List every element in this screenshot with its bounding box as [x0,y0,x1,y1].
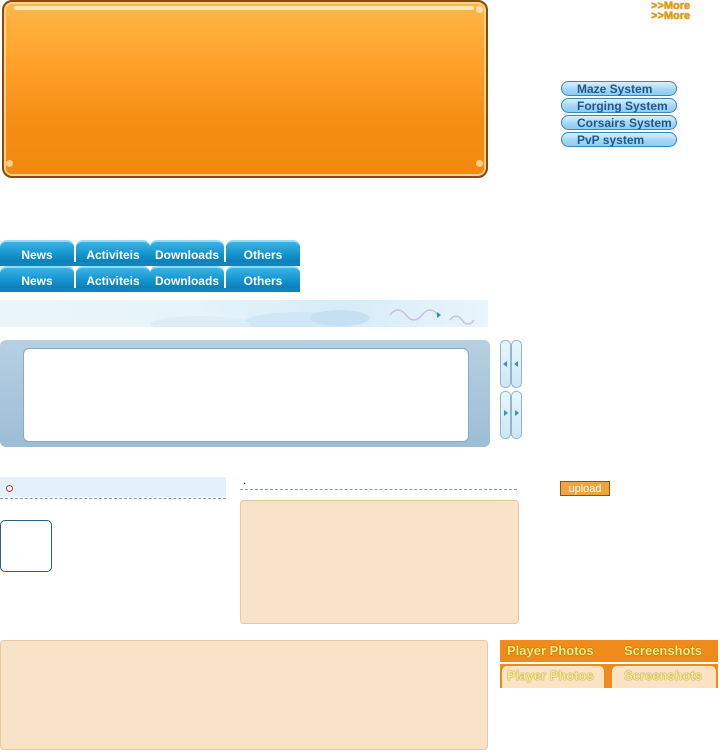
arrow-right-icon [504,410,508,416]
arrow-left-icon [514,361,518,367]
corsairs-system-button[interactable]: Corsairs System [561,115,677,130]
more-link-2[interactable]: >>More [651,11,690,22]
scroll-controls [500,340,522,440]
divider [240,489,517,490]
tab-screenshots[interactable]: Screenshots [624,668,702,683]
news-header-bar [0,300,488,327]
tab-downloads[interactable]: Downloads [150,240,224,263]
photo-tabs-bar: Player Photos Screenshots [500,664,718,688]
cloud-decoration [150,309,475,327]
divider [0,498,226,499]
tab-others[interactable]: Others [226,266,300,289]
photo-tabs-bar: Player Photos Screenshots [500,640,718,662]
bullet-icon [6,485,13,492]
tab-player-photos[interactable]: Player Photos [507,643,594,658]
section-title: . [243,473,247,487]
tab-player-photos[interactable]: Player Photos [507,668,594,683]
banner-shine [14,6,474,10]
featured-banner[interactable] [2,0,488,178]
slideshow-content [23,348,469,442]
avatar[interactable] [0,520,52,572]
banner-corner-dot [476,6,483,13]
maze-system-button[interactable]: Maze System [561,81,677,96]
tab-strip [0,288,300,292]
arrow-left-icon [503,361,507,367]
arrow-right-icon [515,410,519,416]
tab-downloads[interactable]: Downloads [150,266,224,289]
banner-corner-dot [6,160,13,167]
forging-system-button[interactable]: Forging System [561,98,677,113]
tab-activities[interactable]: Activiteis [76,240,150,263]
upload-button[interactable]: upload [560,481,610,496]
tab-news[interactable]: News [0,240,74,263]
tab-others[interactable]: Others [226,240,300,263]
tab-news[interactable]: News [0,266,74,289]
section-header-bar [0,477,226,497]
arrow-right-icon[interactable] [437,312,441,318]
banner-corner-dot [476,160,483,167]
tab-activities[interactable]: Activiteis [76,266,150,289]
content-box [240,500,519,624]
tab-screenshots[interactable]: Screenshots [624,643,702,658]
bottom-content-box [0,640,488,750]
pvp-system-button[interactable]: PvP system [561,132,677,147]
